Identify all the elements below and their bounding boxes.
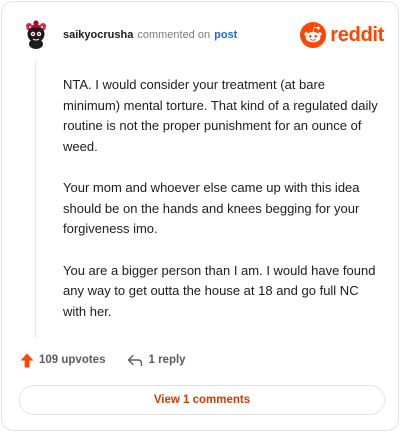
comment-paragraph: You are a bigger person than I am. I wou… [63,262,376,319]
reply-count: 1 reply [148,354,186,366]
comment-card: saikyocrusha commented on post reddit NTA.… [1,1,399,431]
comment-header: saikyocrusha commented on post reddit [20,18,384,52]
avatar-icon [26,20,46,49]
upvote-button[interactable]: 109 upvotes [20,353,105,368]
reddit-wordmark: reddit [330,24,384,46]
comment-actions: 109 upvotes 1 reply [20,350,186,370]
upvote-count: 109 upvotes [39,354,106,366]
post-link[interactable]: post [214,29,237,41]
reddit-snoo-icon [300,22,327,48]
reply-button[interactable]: 1 reply [127,354,186,367]
comment-body: NTA. I would consider your treatment (at… [63,75,381,343]
reply-arrow-icon [128,354,143,366]
comment-paragraph: Your mom and whoever else came up with t… [63,180,360,236]
username[interactable]: saikyocrusha [63,29,133,41]
avatar[interactable] [20,18,52,50]
thread-line[interactable] [35,60,36,338]
reddit-logo[interactable]: reddit [300,22,384,48]
view-comments-button[interactable]: View 1 comments [19,385,385,415]
action-text: commented on [137,29,211,41]
comment-paragraph: NTA. I would consider your treatment (at… [63,77,378,154]
upvote-arrow-icon [20,353,34,367]
comment-meta: saikyocrusha commented on post [63,28,237,42]
